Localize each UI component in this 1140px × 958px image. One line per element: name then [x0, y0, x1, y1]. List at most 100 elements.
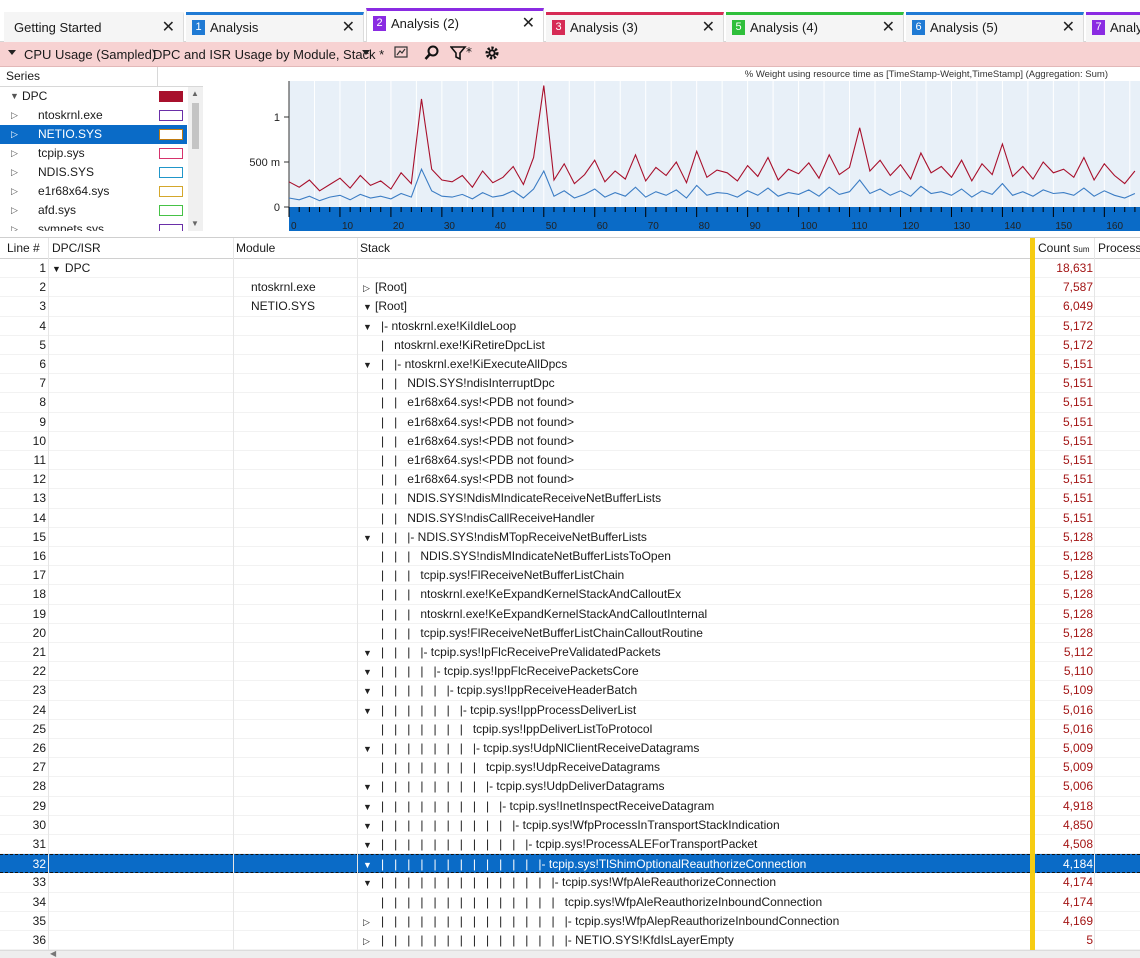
table-row[interactable]: 13 | | NDIS.SYS!NdisMIndicateReceiveNetBu…	[0, 489, 1140, 509]
table-row[interactable]: 23 ▼ | | | | | |- tcpip.sys!IppReceiveHead…	[0, 681, 1140, 701]
table-row[interactable]: 8 | | e1r68x64.sys!<PDB not found> 5,151	[0, 393, 1140, 413]
expand-icon[interactable]: ▷	[11, 167, 18, 178]
expand-icon[interactable]: ▷	[11, 205, 18, 216]
expand-icon[interactable]: ▷	[363, 283, 370, 294]
collapse-icon[interactable]: ▼	[10, 91, 19, 101]
expand-icon[interactable]: ▷	[11, 129, 18, 140]
tab-analysis-5[interactable]: 5 Analysis (4) ✕	[726, 12, 904, 42]
expand-icon[interactable]: ▷	[11, 186, 18, 197]
collapse-icon[interactable]: ▼	[363, 667, 372, 677]
collapse-icon[interactable]: ▼	[363, 648, 372, 658]
column-header-stack[interactable]: Stack	[360, 241, 390, 255]
scroll-thumb[interactable]	[192, 103, 199, 149]
series-color-swatch[interactable]	[159, 110, 183, 121]
series-item[interactable]: ▷ ntoskrnl.exe	[0, 106, 187, 125]
table-row[interactable]: 5 | ntoskrnl.exe!KiRetireDpcList 5,172	[0, 336, 1140, 355]
table-row[interactable]: 35 ▷ | | | | | | | | | | | | | | |- tcpip.…	[0, 912, 1140, 931]
table-row[interactable]: 32 ▼ | | | | | | | | | | | | |- tcpip.sys!…	[0, 854, 1140, 874]
expand-icon[interactable]: ▷	[363, 936, 370, 947]
tab-analysis-3[interactable]: 3 Analysis (3) ✕	[546, 12, 724, 42]
close-icon[interactable]: ✕	[162, 17, 175, 37]
collapse-icon[interactable]: ▼	[363, 878, 372, 888]
collapse-icon[interactable]: ▼	[52, 264, 61, 274]
column-header-count[interactable]: Count Sum	[1038, 241, 1089, 255]
graph-name[interactable]: CPU Usage (Sampled)	[24, 47, 156, 62]
table-row[interactable]: 10 | | e1r68x64.sys!<PDB not found> 5,151	[0, 432, 1140, 451]
expand-icon[interactable]: ▷	[11, 148, 18, 159]
table-row[interactable]: 21 ▼ | | | |- tcpip.sys!IpFlcReceivePreVal…	[0, 643, 1140, 663]
table-row[interactable]: 31 ▼ | | | | | | | | | | | |- tcpip.sys!Pr…	[0, 835, 1140, 855]
table-row[interactable]: 1 ▼ DPC 18,631	[0, 259, 1140, 279]
series-color-swatch[interactable]	[159, 186, 183, 197]
table-row[interactable]: 20 | | | tcpip.sys!FlReceiveNetBufferList…	[0, 624, 1140, 643]
table-row[interactable]: 15 ▼ | | |- NDIS.SYS!ndisMTopReceiveNetBuf…	[0, 528, 1140, 547]
table-row[interactable]: 6 ▼ | |- ntoskrnl.exe!KiExecuteAllDpcs 5,15…	[0, 355, 1140, 375]
collapse-icon[interactable]: ▼	[363, 322, 372, 332]
tab-analysis-2[interactable]: 2 Analysis (2) ✕	[366, 8, 544, 42]
tab-analysis-1[interactable]: 1 Analysis ✕	[186, 12, 364, 42]
column-header-dpc[interactable]: DPC/ISR	[52, 241, 101, 255]
series-item[interactable]: ▷ e1r68x64.sys	[0, 182, 187, 201]
table-row[interactable]: 14 | | NDIS.SYS!ndisCallReceiveHandler 5,1…	[0, 509, 1140, 528]
expand-icon[interactable]: ▷	[363, 917, 370, 928]
column-header-process[interactable]: Process	[1098, 241, 1140, 255]
collapse-icon[interactable]: ▼	[363, 706, 372, 716]
scroll-down-icon[interactable]: ▼	[191, 219, 199, 228]
table-row[interactable]: 34 | | | | | | | | | | | | | | tcpip.sys!…	[0, 893, 1140, 912]
table-row[interactable]: 30 ▼ | | | | | | | | | | |- tcpip.sys!WfpP…	[0, 816, 1140, 835]
series-color-swatch[interactable]	[159, 205, 183, 216]
table-row[interactable]: 26 ▼ | | | | | | | |- tcpip.sys!UdpNlClien…	[0, 739, 1140, 759]
chart-icon[interactable]	[394, 45, 408, 62]
collapse-icon[interactable]: ▼	[363, 302, 372, 312]
collapse-icon[interactable]: ▼	[363, 840, 372, 850]
table-row[interactable]: 28 ▼ | | | | | | | | |- tcpip.sys!UdpDeliv…	[0, 777, 1140, 797]
horizontal-scrollbar[interactable]: ◀	[0, 949, 1140, 958]
table-row[interactable]: 2 ntoskrnl.exe ▷ [Root] 7,587	[0, 278, 1140, 298]
series-color-swatch[interactable]	[159, 129, 183, 140]
table-row[interactable]: 16 | | | NDIS.SYS!ndisMIndicateNetBufferL…	[0, 547, 1140, 567]
tab-getting-started[interactable]: Getting Started ✕	[4, 12, 184, 42]
table-row[interactable]: 4 ▼ |- ntoskrnl.exe!KiIdleLoop 5,172	[0, 317, 1140, 336]
table-row[interactable]: 22 ▼ | | | | |- tcpip.sys!IppFlcReceivePac…	[0, 662, 1140, 682]
table-row[interactable]: 18 | | | ntoskrnl.exe!KeExpandKernelStack…	[0, 585, 1140, 605]
table-row[interactable]: 3 NETIO.SYS ▼ [Root] 6,049	[0, 297, 1140, 317]
table-row[interactable]: 9 | | e1r68x64.sys!<PDB not found> 5,151	[0, 413, 1140, 432]
pivot-divider[interactable]	[1030, 238, 1035, 950]
collapse-icon[interactable]: ▼	[363, 782, 372, 792]
series-item[interactable]: ▷ NETIO.SYS	[0, 125, 187, 144]
table-row[interactable]: 7 | | NDIS.SYS!ndisInterruptDpc 5,151	[0, 374, 1140, 394]
table-row[interactable]: 24 ▼ | | | | | | |- tcpip.sys!IppProcessDe…	[0, 701, 1140, 720]
series-item[interactable]: ▷ NDIS.SYS	[0, 163, 187, 182]
chevron-down-icon[interactable]	[362, 50, 370, 55]
scroll-left-icon[interactable]: ◀	[50, 949, 56, 958]
collapse-icon[interactable]: ▼	[363, 802, 372, 812]
series-color-swatch[interactable]	[159, 91, 183, 102]
series-item[interactable]: ▷ afd.sys	[0, 201, 187, 220]
table-row[interactable]: 33 ▼ | | | | | | | | | | | | | |- tcpip.sy…	[0, 873, 1140, 893]
close-icon[interactable]: ✕	[1062, 17, 1075, 37]
table-row[interactable]: 25 | | | | | | | tcpip.sys!IppDeliverList…	[0, 720, 1140, 739]
collapse-graph-icon[interactable]	[8, 50, 16, 55]
chart-canvas[interactable]: % Weight using resource time as [TimeSta…	[203, 67, 1140, 231]
series-item[interactable]: ▼ DPC	[0, 87, 187, 106]
series-scrollbar[interactable]: ▲ ▼	[188, 87, 203, 231]
table-row[interactable]: 19 | | | ntoskrnl.exe!KeExpandKernelStack…	[0, 605, 1140, 624]
close-icon[interactable]: ✕	[882, 17, 895, 37]
tab-analysis-6[interactable]: 6 Analysis (5) ✕	[906, 12, 1084, 42]
expand-icon[interactable]: ▷	[11, 224, 18, 231]
table-row[interactable]: 29 ▼ | | | | | | | | | |- tcpip.sys!InetIn…	[0, 797, 1140, 816]
series-color-swatch[interactable]	[159, 148, 183, 159]
tab-analysis-7[interactable]: 7 Analy	[1086, 12, 1140, 42]
table-row[interactable]: 36 ▷ | | | | | | | | | | | | | | |- NETIO.…	[0, 931, 1140, 950]
series-item[interactable]: ▷ symnets.sys	[0, 220, 187, 231]
filter-icon[interactable]: *	[449, 45, 476, 64]
expand-icon[interactable]: ▷	[11, 110, 18, 121]
collapse-icon[interactable]: ▼	[363, 860, 372, 870]
gear-icon[interactable]	[484, 45, 500, 64]
table-row[interactable]: 12 | | e1r68x64.sys!<PDB not found> 5,151	[0, 470, 1140, 490]
collapse-icon[interactable]: ▼	[363, 360, 372, 370]
column-header-line[interactable]: Line #	[7, 241, 40, 255]
column-header-module[interactable]: Module	[236, 241, 275, 255]
table-row[interactable]: 11 | | e1r68x64.sys!<PDB not found> 5,151	[0, 451, 1140, 471]
close-icon[interactable]: ✕	[522, 13, 535, 33]
